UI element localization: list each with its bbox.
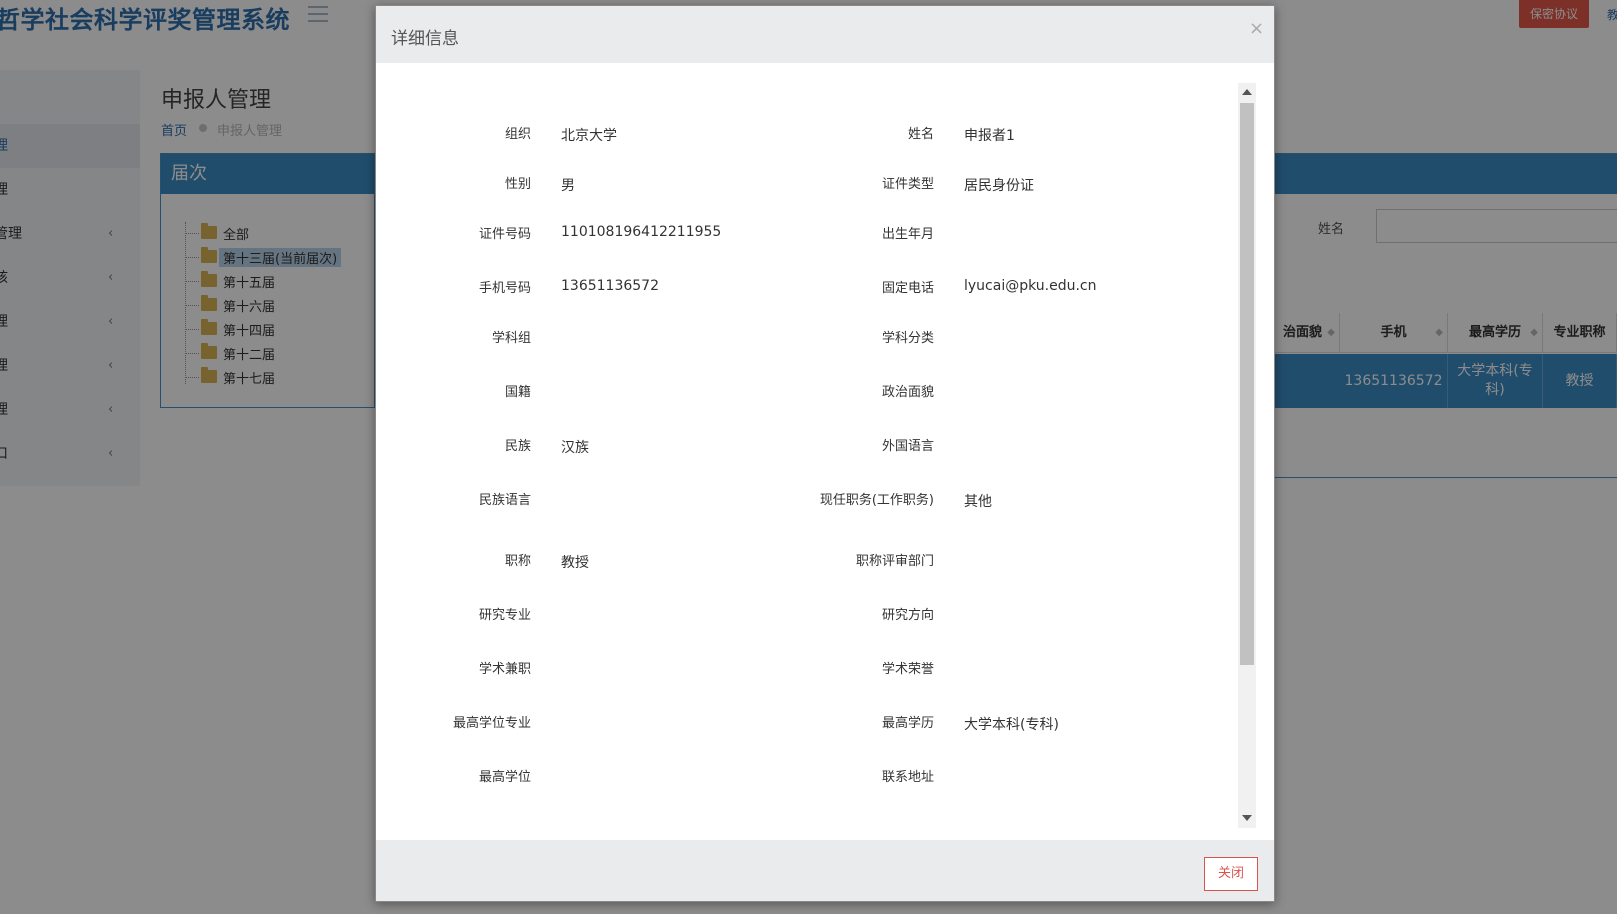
- field-label: 国籍: [504, 385, 531, 400]
- scrollbar[interactable]: [1238, 83, 1256, 828]
- field-label: 研究方向: [881, 608, 934, 623]
- field-value: 汉族: [561, 440, 589, 456]
- field-label: 最高学位: [478, 770, 531, 785]
- field-label: 职称: [504, 554, 531, 569]
- field-label: 学科组: [491, 331, 531, 346]
- modal-body: 组织 北京大学 性别 男 证件号码 110108196412211955 手机号…: [376, 63, 1274, 840]
- field-label: 职称评审部门: [855, 554, 934, 569]
- field-label: 学术兼职: [478, 662, 531, 677]
- field-value: 北京大学: [561, 128, 617, 144]
- field-label: 学术荣誉: [881, 662, 934, 677]
- field-value: lyucai@pku.edu.cn: [964, 278, 1097, 294]
- field-label: 证件类型: [881, 177, 934, 192]
- field-label: 现任职务(工作职务): [819, 493, 934, 508]
- field-value: 申报者1: [964, 128, 1015, 144]
- field-label: 姓名: [907, 127, 934, 142]
- modal-title: 详细信息: [391, 29, 459, 49]
- field-label: 性别: [504, 177, 531, 192]
- scrollbar-thumb[interactable]: [1240, 103, 1254, 665]
- field-label: 出生年月: [881, 227, 934, 242]
- field-value: 教授: [561, 555, 589, 571]
- field-label: 民族: [504, 439, 531, 454]
- field-value: 男: [561, 178, 575, 194]
- modal-header: 详细信息 ×: [376, 6, 1274, 63]
- field-value: 其他: [964, 494, 992, 510]
- close-icon[interactable]: ×: [1249, 18, 1264, 39]
- field-label: 固定电话: [881, 281, 934, 296]
- modal-footer: 关闭: [376, 840, 1274, 901]
- field-label: 研究专业: [478, 608, 531, 623]
- field-label: 学科分类: [881, 331, 934, 346]
- field-label: 最高学历: [881, 716, 934, 731]
- field-label: 联系地址: [881, 770, 934, 785]
- scroll-up-icon[interactable]: [1242, 89, 1252, 95]
- field-label: 手机号码: [478, 281, 531, 296]
- field-value: 大学本科(专科): [964, 717, 1059, 733]
- field-label: 证件号码: [478, 227, 531, 242]
- field-label: 民族语言: [478, 493, 531, 508]
- field-label: 政治面貌: [881, 385, 934, 400]
- detail-modal: 详细信息 × 组织 北京大学 性别 男 证件号码 110108196412211…: [375, 5, 1275, 902]
- field-value: 13651136572: [561, 278, 659, 294]
- close-button[interactable]: 关闭: [1204, 857, 1258, 891]
- field-value: 110108196412211955: [561, 224, 722, 240]
- scroll-down-icon[interactable]: [1242, 815, 1252, 821]
- field-label: 外国语言: [881, 439, 934, 454]
- field-label: 最高学位专业: [452, 716, 531, 731]
- field-label: 组织: [504, 127, 531, 142]
- field-value: 居民身份证: [964, 178, 1034, 194]
